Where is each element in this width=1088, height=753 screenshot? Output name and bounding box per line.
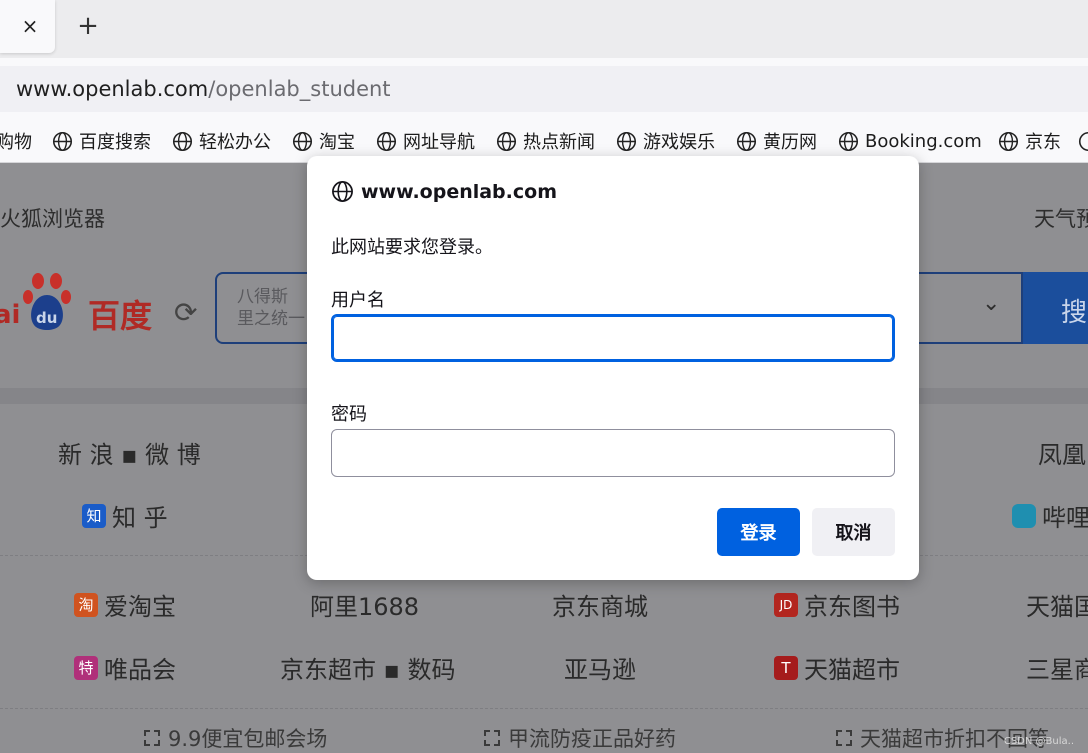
globe-icon [376, 131, 397, 151]
site-link-sina[interactable]: 新 浪 ▪ 微 博 [58, 435, 201, 470]
password-field[interactable] [331, 429, 895, 477]
bookmark-label: Booking.com [865, 130, 982, 152]
url-path: /openlab_student [208, 77, 391, 101]
promo-link[interactable]: 9.9便宜包邮会场 [144, 723, 327, 753]
globe-icon [838, 131, 859, 151]
site-label: 知 乎 [112, 504, 168, 532]
bookmark-label: 黄历网 [763, 132, 817, 153]
browser-tab[interactable]: × [0, 0, 55, 53]
globe-icon [52, 131, 73, 151]
site-link-vip[interactable]: 特 唯品会 [74, 650, 176, 685]
dialog-title-text: www.openlab.com [361, 180, 557, 203]
bookmark-item[interactable]: 购物 [0, 128, 32, 154]
search-button[interactable]: 搜 [1023, 272, 1088, 344]
site-link-jd-mall[interactable]: 京东商城 [552, 587, 648, 622]
promo-label: 9.9便宜包邮会场 [168, 727, 328, 751]
bookmark-item[interactable] [1078, 128, 1088, 154]
site-label: 京东图书 [804, 593, 900, 621]
globe-icon [292, 131, 313, 151]
bookmark-label: 购物 [0, 132, 32, 153]
bookmark-item[interactable]: 百度搜索 [52, 128, 151, 154]
bookmark-item[interactable]: Booking.com [838, 128, 982, 154]
tab-strip: × + [0, 0, 1088, 58]
dialog-title: www.openlab.com [331, 180, 557, 203]
site-link-fenghuang[interactable]: 凤凰 [1038, 435, 1086, 470]
username-field[interactable] [331, 314, 895, 362]
site-link-bilibili[interactable]: 哔哩 [1012, 498, 1088, 533]
bookmark-label: 百度搜索 [79, 132, 151, 153]
svg-text:百度: 百度 [88, 297, 152, 335]
bookmark-item[interactable]: 游戏娱乐 [616, 128, 715, 154]
cancel-button[interactable]: 取消 [812, 508, 895, 556]
site-link-zhihu[interactable]: 知 知 乎 [82, 498, 168, 533]
bookmark-item[interactable]: 京东 [998, 128, 1061, 154]
promo-label: 甲流防疫正品好药 [508, 727, 676, 751]
globe-icon [332, 181, 353, 202]
scan-icon [144, 730, 160, 746]
globe-icon [172, 131, 193, 151]
baidu-logo[interactable]: du ai 百度 [0, 271, 170, 339]
globe-icon [616, 131, 637, 151]
svg-text:du: du [36, 309, 57, 327]
row-divider [0, 708, 1088, 710]
new-tab-button[interactable]: + [76, 13, 100, 39]
globe-icon [998, 131, 1019, 151]
bookmark-item[interactable]: 轻松办公 [172, 128, 271, 154]
password-label: 密码 [331, 404, 367, 425]
scan-icon [836, 730, 852, 746]
bookmark-label: 轻松办公 [199, 132, 271, 153]
site-label: 哔哩 [1042, 504, 1088, 532]
bookmark-label: 网址导航 [403, 132, 475, 153]
baidu-paw-icon: du ai 百度 [0, 273, 152, 335]
close-tab-icon[interactable]: × [19, 15, 41, 37]
search-hint-line: 八得斯 [237, 287, 288, 307]
bookmark-label: 游戏娱乐 [643, 132, 715, 153]
site-label: 爱淘宝 [104, 593, 176, 621]
site-label: 唯品会 [104, 656, 176, 684]
site-link-jd-books[interactable]: JD 京东图书 [774, 587, 900, 622]
promo-link[interactable]: 甲流防疫正品好药 [484, 723, 676, 753]
url-bar[interactable]: www.openlab.com/openlab_student [0, 66, 1088, 112]
bilibili-icon [1012, 503, 1036, 528]
tmall-icon: T [774, 655, 798, 680]
chevron-down-icon[interactable]: ⌄ [982, 291, 1000, 316]
bookmark-label: 热点新闻 [523, 132, 595, 153]
weather-link[interactable]: 天气预 [1034, 203, 1088, 233]
site-link-tmall-intl[interactable]: 天猫国 [1026, 587, 1088, 622]
login-dialog: www.openlab.com 此网站要求您登录。 用户名 密码 登录 取消 [307, 156, 919, 580]
login-button[interactable]: 登录 [717, 508, 800, 556]
search-hint: 八得斯 里之统一 [237, 286, 305, 330]
bookmark-label: 淘宝 [319, 132, 355, 153]
site-link-tmall-super[interactable]: T 天猫超市 [774, 650, 900, 685]
bookmark-item[interactable]: 网址导航 [376, 128, 475, 154]
nav-bar: www.openlab.com/openlab_student [0, 58, 1088, 120]
site-link-sanxing[interactable]: 三星商 [1026, 650, 1088, 685]
vip-icon: 特 [74, 655, 98, 680]
bookmark-item[interactable]: 热点新闻 [496, 128, 595, 154]
bookmark-label: 京东 [1025, 132, 1061, 153]
globe-icon [736, 131, 757, 151]
url-text[interactable]: www.openlab.com/openlab_student [16, 77, 391, 101]
watermark: CSDN @Bula.. [1003, 736, 1074, 747]
site-link-1688[interactable]: 阿里1688 [310, 587, 419, 622]
site-label: 天猫超市 [804, 656, 900, 684]
dialog-message: 此网站要求您登录。 [331, 237, 493, 258]
site-link-aitaobao[interactable]: 淘 爱淘宝 [74, 587, 176, 622]
search-hint-line: 里之统一 [237, 309, 305, 329]
site-link-amazon[interactable]: 亚马逊 [564, 650, 636, 685]
bookmark-item[interactable]: 淘宝 [292, 128, 355, 154]
globe-icon [1078, 131, 1088, 151]
globe-icon [496, 131, 517, 151]
taobao-icon: 淘 [74, 592, 98, 617]
bookmark-item[interactable]: 黄历网 [736, 128, 817, 154]
url-host: www.openlab.com [16, 77, 209, 101]
browser-name-label: 火狐浏览器 [0, 207, 105, 231]
refresh-icon[interactable]: ⟳ [174, 296, 197, 329]
site-link-jd-super[interactable]: 京东超市 ▪ 数码 [280, 650, 456, 685]
scan-icon [484, 730, 500, 746]
svg-text:ai: ai [0, 300, 20, 330]
zhihu-icon: 知 [82, 503, 106, 528]
username-label: 用户名 [331, 290, 385, 311]
jd-icon: JD [774, 592, 798, 617]
